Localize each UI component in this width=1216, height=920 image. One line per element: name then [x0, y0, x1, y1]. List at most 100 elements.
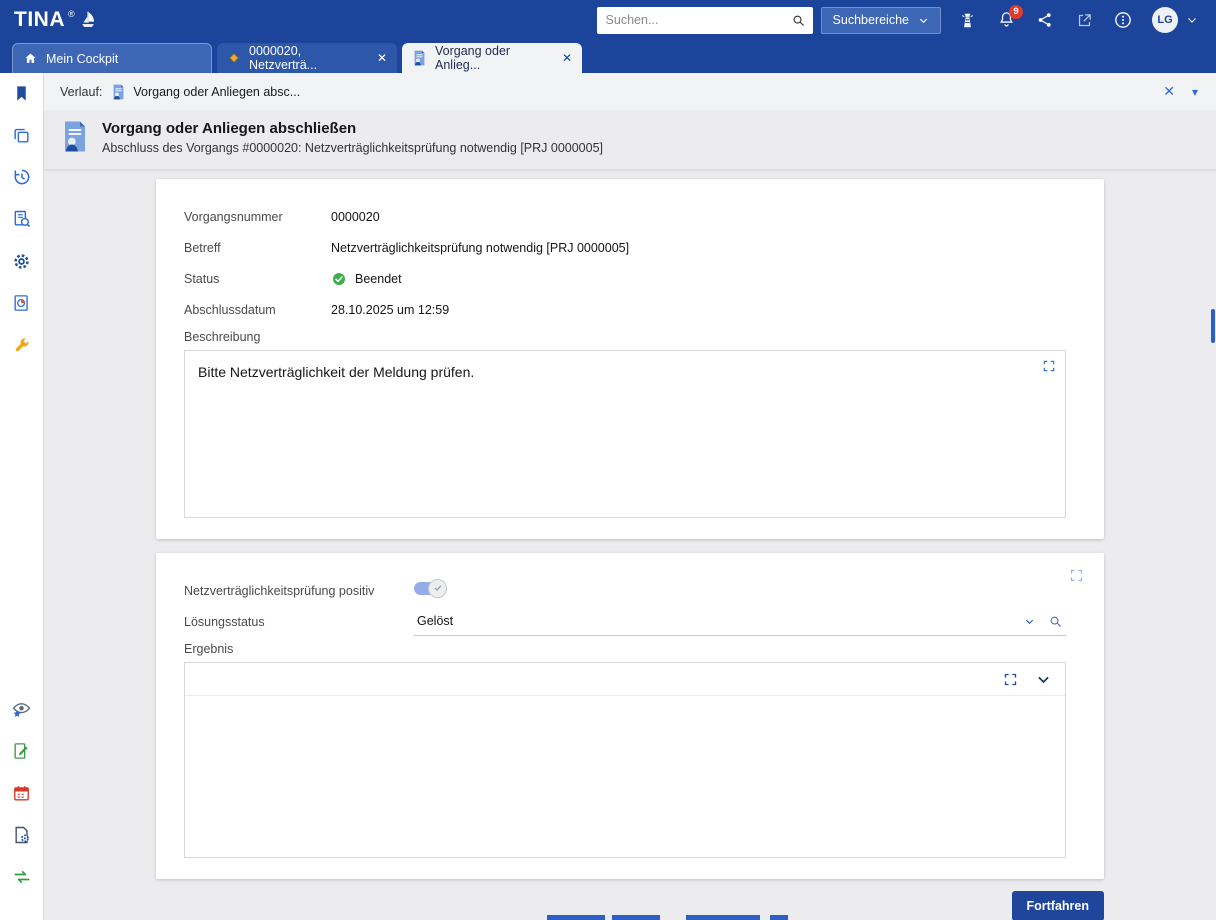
sidebar-document-search-button[interactable]: [8, 205, 36, 233]
sidebar-calendar-button[interactable]: [8, 779, 36, 807]
topbar: TINA ® Suchbereiche: [0, 0, 1216, 40]
chevron-down-icon: [918, 15, 929, 26]
history-clock-icon: [12, 167, 32, 187]
tab-vorgang-abschliessen-active[interactable]: Vorgang oder Anlieg... ✕: [402, 43, 582, 73]
sidebar-tools-button[interactable]: [8, 331, 36, 359]
document-search-icon: [12, 209, 32, 229]
chevron-down-icon: [1186, 14, 1198, 26]
gear-icon: [12, 252, 31, 271]
bookmark-icon: [13, 84, 30, 103]
breadcrumb-item[interactable]: Vorgang oder Anliegen absc...: [111, 84, 300, 100]
toggle-row: Netzverträglichkeitsprüfung positiv: [184, 575, 1066, 606]
continue-button[interactable]: Fortfahren: [1012, 891, 1105, 920]
sidebar-report-button[interactable]: [8, 289, 36, 317]
share-button[interactable]: [1032, 5, 1058, 35]
open-external-button[interactable]: [1071, 5, 1097, 35]
sidebar-history-button[interactable]: [8, 163, 36, 191]
tab-close-button[interactable]: ✕: [562, 51, 572, 65]
page-header-text: Vorgang oder Anliegen abschließen Abschl…: [102, 120, 603, 155]
editor-toolbar-chevron-icon[interactable]: [1035, 671, 1052, 688]
user-menu-chevron[interactable]: [1182, 5, 1202, 35]
lookup-search-icon[interactable]: [1048, 614, 1063, 629]
field-row-betreff: Betreff Netzverträglichkeitsprüfung notw…: [184, 232, 1066, 263]
tab-close-button[interactable]: ✕: [377, 51, 387, 65]
external-link-icon: [1076, 12, 1093, 29]
bottom-artifact: [612, 915, 660, 920]
breadcrumb-actions: ✕ ▾: [1163, 83, 1198, 100]
view-options-chevron[interactable]: ▾: [1192, 85, 1198, 99]
tab-label: 0000020, Netzverträ...: [249, 44, 369, 72]
field-value: Netzverträglichkeitsprüfung notwendig [P…: [331, 241, 1066, 255]
tab-bar: Mein Cockpit 0000020, Netzverträ... ✕ Vo…: [0, 40, 1216, 73]
expand-fullscreen-icon[interactable]: [1042, 359, 1056, 373]
toggle-label: Netzverträglichkeitsprüfung positiv: [184, 584, 414, 598]
history-breadcrumb-row: Verlauf: Vorgang oder Anliegen absc... ✕…: [44, 73, 1216, 110]
diamond-icon: [227, 51, 241, 65]
solution-status-row: Lösungsstatus Gelöst: [184, 606, 1066, 637]
search-icon: [791, 13, 806, 28]
status-value: Beendet: [331, 271, 1066, 287]
document-gear-icon: [12, 825, 32, 845]
calendar-icon: [12, 784, 31, 803]
page-subtitle: Abschluss des Vorgangs #0000020: Netzver…: [102, 141, 603, 155]
tab-vorgang-0000020[interactable]: 0000020, Netzverträ... ✕: [217, 43, 397, 73]
search-submit-button[interactable]: [785, 7, 813, 34]
brand-registered-mark: ®: [68, 9, 75, 19]
main-layout: Verlauf: Vorgang oder Anliegen absc... ✕…: [0, 73, 1216, 920]
result-editor-body[interactable]: [185, 696, 1065, 857]
toggle-knob: [428, 579, 447, 598]
share-icon: [1036, 11, 1054, 29]
edit-document-icon: [12, 741, 31, 761]
tab-label: Vorgang oder Anlieg...: [435, 44, 554, 72]
sidebar-watchlist-button[interactable]: [8, 695, 36, 723]
solution-status-select[interactable]: Gelöst: [414, 608, 1066, 636]
user-avatar[interactable]: LG: [1152, 7, 1178, 33]
status-badge: Beendet: [355, 272, 402, 286]
editor-toolbar: [185, 663, 1065, 696]
icon-sidebar: [0, 73, 44, 920]
lighthouse-icon: [959, 11, 976, 30]
sidebar-duplicate-button[interactable]: [8, 121, 36, 149]
tab-label: Mein Cockpit: [46, 52, 118, 66]
solution-status-value: Gelöst: [417, 614, 1011, 628]
duplicate-icon: [12, 126, 31, 145]
sidebar-sync-button[interactable]: [8, 863, 36, 891]
brand-logo[interactable]: TINA ®: [14, 7, 98, 33]
sidebar-settings-button[interactable]: [8, 247, 36, 275]
lighthouse-button[interactable]: [954, 5, 980, 35]
description-text: Bitte Netzverträglichkeit der Meldung pr…: [198, 364, 1031, 380]
content-area: Verlauf: Vorgang oder Anliegen absc... ✕…: [44, 73, 1216, 920]
status-check-icon: [331, 271, 347, 287]
sidebar-document-settings-button[interactable]: [8, 821, 36, 849]
sidebar-edit-document-button[interactable]: [8, 737, 36, 765]
tab-mein-cockpit[interactable]: Mein Cockpit: [12, 43, 212, 73]
bottom-artifact: [770, 915, 788, 920]
close-view-button[interactable]: ✕: [1163, 83, 1175, 100]
task-document-icon: [111, 84, 126, 100]
search-scope-label: Suchbereiche: [833, 13, 909, 27]
breadcrumb-label: Verlauf:: [60, 85, 102, 99]
result-richtext-editor[interactable]: [184, 662, 1066, 858]
field-row-abschlussdatum: Abschlussdatum 28.10.2025 um 12:59: [184, 294, 1066, 325]
netzvertraeglichkeit-toggle[interactable]: [414, 582, 444, 595]
search-scope-dropdown[interactable]: Suchbereiche: [821, 7, 941, 34]
topbar-actions: Suchbereiche 9: [597, 5, 1202, 35]
details-card: Vorgangsnummer 0000020 Betreff Netzvertr…: [156, 179, 1104, 539]
wrench-icon: [12, 336, 31, 355]
field-label: Vorgangsnummer: [184, 210, 331, 224]
completion-form-card: Netzverträglichkeitsprüfung positiv Lösu…: [156, 553, 1104, 879]
description-textarea[interactable]: Bitte Netzverträglichkeit der Meldung pr…: [184, 350, 1066, 518]
task-document-icon: [412, 50, 427, 66]
help-menu-button[interactable]: [1110, 5, 1136, 35]
solution-status-label: Lösungsstatus: [184, 615, 414, 629]
expand-fullscreen-icon[interactable]: [1069, 568, 1084, 583]
sidebar-bookmark-button[interactable]: [8, 79, 36, 107]
field-value: 28.10.2025 um 12:59: [331, 303, 1066, 317]
sailboat-icon: [78, 7, 98, 30]
search-input[interactable]: [597, 13, 785, 27]
field-value: 0000020: [331, 210, 1066, 224]
bottom-artifact: [547, 915, 605, 920]
expand-fullscreen-icon[interactable]: [1003, 672, 1018, 687]
vertical-scrollbar-thumb[interactable]: [1211, 309, 1215, 343]
notifications-button[interactable]: 9: [993, 5, 1019, 35]
